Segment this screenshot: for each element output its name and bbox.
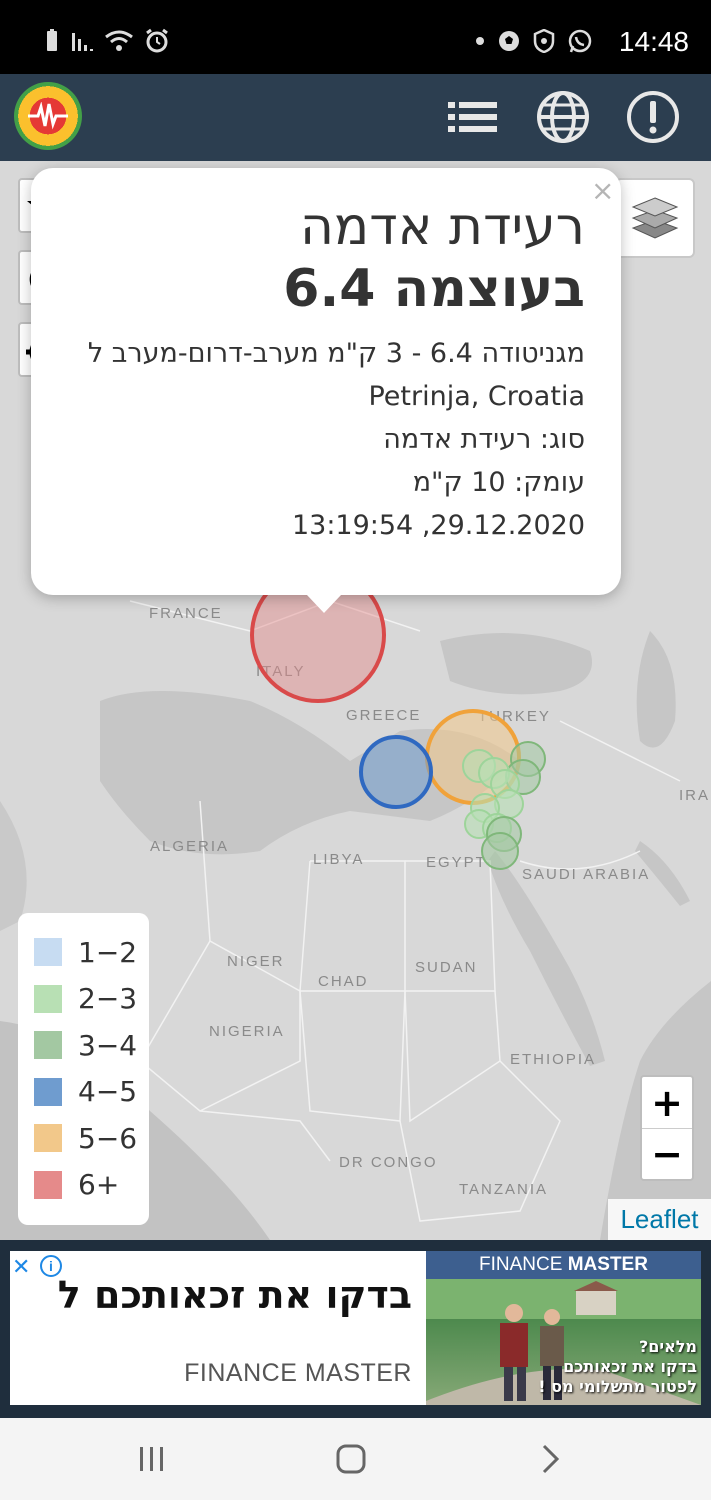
recent-apps-button[interactable] [117, 1436, 187, 1482]
country-label: EGYPT [426, 854, 487, 871]
country-label: ALGERIA [150, 838, 230, 855]
ad-headline: בדקו את זכאותכם ל [57, 1273, 412, 1317]
dot-icon [476, 37, 484, 45]
info-alert-icon [627, 91, 679, 143]
popup-datetime: 29.12.2020, 13:19:54 [291, 510, 585, 541]
home-icon [336, 1444, 366, 1474]
country-label: TANZANIA [459, 1181, 549, 1198]
app-bar [0, 74, 711, 161]
legend-item: 2−3 [34, 976, 149, 1023]
country-label: IRA [679, 787, 711, 804]
list-button[interactable] [440, 84, 506, 150]
ad-image[interactable]: FINANCE MASTER מלאים? בדקו את זכאותכם לפ… [426, 1251, 701, 1405]
globe-icon [537, 91, 589, 143]
country-label: FRANCE [149, 605, 223, 622]
quake-marker-3-4[interactable] [481, 832, 519, 870]
country-label: GREECE [346, 707, 422, 724]
seismograph-logo-icon[interactable] [14, 82, 82, 150]
country-label: NIGERIA [209, 1023, 285, 1040]
legend-label: 3−4 [78, 1028, 138, 1062]
shield-icon [533, 29, 555, 53]
legend-label: 1−2 [78, 935, 138, 969]
home-button[interactable] [316, 1436, 386, 1482]
zoom-control: + − [640, 1075, 694, 1181]
wifi-icon [105, 30, 133, 51]
battery-icon [47, 29, 57, 51]
popup-tip [307, 595, 341, 613]
recent-apps-icon [140, 1447, 163, 1471]
layers-icon [631, 197, 679, 239]
whatsapp-icon [568, 29, 592, 53]
country-label: DR CONGO [339, 1154, 438, 1171]
legend-label: 2−3 [78, 982, 138, 1016]
map[interactable]: FRANCE ITALY GREECE TURKEY ALGERIA LIBYA… [0, 161, 711, 1240]
country-label: ETHIOPIA [510, 1051, 597, 1068]
magnitude-legend: 1−2 2−3 3−4 4−5 5−6 6+ [18, 913, 149, 1225]
legend-swatch [34, 938, 62, 967]
alarm-icon [146, 28, 168, 53]
legend-label: 5−6 [78, 1121, 138, 1155]
layers-button[interactable] [615, 178, 695, 258]
zoom-out-button[interactable]: − [642, 1128, 692, 1179]
popup-depth: עומק: 10 ק"מ [412, 467, 585, 498]
popup-description: מגניטודה 6.4 - 3 ק"מ מערב-דרום-מערב ל [87, 338, 585, 369]
country-label: NIGER [227, 953, 285, 970]
legend-item: 1−2 [34, 929, 149, 976]
popup-close-button[interactable]: × [591, 174, 614, 207]
legend-swatch [34, 1031, 62, 1060]
list-icon [448, 102, 497, 132]
info-button[interactable] [620, 84, 686, 150]
legend-item: 6+ [34, 1162, 149, 1209]
legend-swatch [34, 1124, 62, 1153]
legend-swatch [34, 1170, 62, 1199]
legend-label: 4−5 [78, 1075, 138, 1109]
ad-text-panel[interactable]: ✕ i בדקו את זכאותכם ל FINANCE MASTER [10, 1251, 426, 1405]
popup-title-line2: בעוצמה 6.4 [283, 259, 585, 319]
back-icon [542, 1444, 560, 1474]
status-bar: 14:48 [0, 0, 711, 74]
status-left-icons [44, 28, 170, 54]
popup-location: Petrinja, Croatia [368, 381, 585, 412]
popup-body: מגניטודה 6.4 - 3 ק"מ מערב-דרום-מערב ל Pe… [65, 332, 585, 547]
legend-swatch [34, 984, 62, 1013]
quake-marker-4-5[interactable] [359, 735, 433, 809]
popup-type: סוג: רעידת אדמה [383, 424, 585, 455]
country-label: SUDAN [415, 959, 478, 976]
ad-image-text: מלאים? בדקו את זכאותכם לפטור מתשלומי מס … [538, 1337, 697, 1397]
legend-item: 4−5 [34, 1069, 149, 1116]
country-label: SAUDI ARABIA [522, 866, 651, 883]
legend-swatch [34, 1077, 62, 1106]
ad-close-icon[interactable]: ✕ [12, 1254, 30, 1280]
popup-title-line1: רעידת אדמה [299, 197, 585, 257]
globe-button[interactable] [530, 84, 596, 150]
soccer-ball-icon [499, 31, 519, 51]
status-time: 14:48 [618, 26, 689, 57]
zoom-in-button[interactable]: + [642, 1077, 692, 1128]
system-nav-bar [0, 1418, 711, 1500]
status-right-icons [475, 28, 593, 54]
legend-label: 6+ [78, 1168, 120, 1202]
leaflet-attribution-link[interactable]: Leaflet [608, 1199, 711, 1240]
back-button[interactable] [515, 1436, 585, 1482]
ad-image-text-line: בדקו את זכאותכם [563, 1357, 697, 1376]
ad-brand: FINANCE MASTER [184, 1359, 412, 1387]
legend-item: 5−6 [34, 1115, 149, 1162]
earthquake-popup: × רעידת אדמה בעוצמה 6.4 מגניטודה 6.4 - 3… [31, 168, 621, 595]
legend-item: 3−4 [34, 1022, 149, 1069]
country-label: LIBYA [313, 851, 365, 868]
country-label: CHAD [318, 973, 369, 990]
ad-image-text-line: מלאים? [638, 1337, 697, 1356]
signal-icon [72, 33, 93, 51]
ad-banner[interactable]: ✕ i בדקו את זכאותכם ל FINANCE MASTER FIN… [0, 1240, 711, 1418]
ad-image-text-line: לפטור מתשלומי מס ! [538, 1377, 697, 1396]
